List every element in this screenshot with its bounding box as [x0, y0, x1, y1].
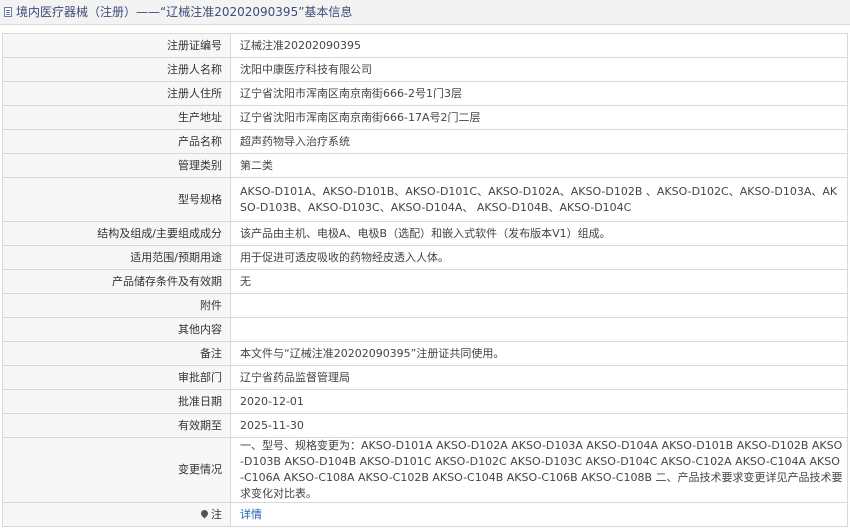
row-label: 产品名称 [2, 129, 231, 154]
table-row-model-spec: 型号规格 AKSO-D101A、AKSO-D101B、AKSO-D101C、AK… [2, 177, 848, 222]
table-row-remarks: 备注 本文件与“辽械注准20202090395”注册证共同使用。 [2, 341, 848, 366]
table-row-registrant-name: 注册人名称 沈阳中康医疗科技有限公司 [2, 57, 848, 82]
row-label: 产品储存条件及有效期 [2, 269, 231, 294]
row-value: 第二类 [230, 153, 848, 178]
row-label: 结构及组成/主要组成成分 [2, 221, 231, 246]
row-value: 辽宁省药品监督管理局 [230, 365, 848, 390]
info-table: 注册证编号 辽械注准20202090395 注册人名称 沈阳中康医疗科技有限公司… [2, 33, 848, 527]
row-value: 辽械注准20202090395 [230, 33, 848, 58]
row-label: 适用范围/预期用途 [2, 245, 231, 270]
table-row-intended-use: 适用范围/预期用途 用于促进可透皮吸收的药物经皮透入人体。 [2, 245, 848, 270]
row-value: 超声药物导入治疗系统 [230, 129, 848, 154]
table-row-valid-until: 有效期至 2025-11-30 [2, 413, 848, 438]
row-value: 辽宁省沈阳市浑南区南京南街666-2号1门3层 [230, 81, 848, 106]
row-value: 该产品由主机、电极A、电极B（选配）和嵌入式软件（发布版本V1）组成。 [230, 221, 848, 246]
row-label: 变更情况 [2, 437, 231, 503]
row-label: 注 [2, 502, 231, 527]
row-value: 详情 [230, 502, 848, 527]
row-label: 注册证编号 [2, 33, 231, 58]
row-label: 管理类别 [2, 153, 231, 178]
row-value: 辽宁省沈阳市浑南区南京南街666-17A号2门二层 [230, 105, 848, 130]
row-value: 2020-12-01 [230, 389, 848, 414]
row-value: 沈阳中康医疗科技有限公司 [230, 57, 848, 82]
row-value [230, 293, 848, 318]
document-icon [4, 7, 12, 17]
row-value: 用于促进可透皮吸收的药物经皮透入人体。 [230, 245, 848, 270]
row-value: 一、型号、规格变更为：AKSO-D101A AKSO-D102A AKSO-D1… [230, 437, 848, 503]
table-row-management-category: 管理类别 第二类 [2, 153, 848, 178]
row-value: AKSO-D101A、AKSO-D101B、AKSO-D101C、AKSO-D1… [230, 177, 848, 222]
location-pin-icon [199, 508, 210, 518]
table-row-structure: 结构及组成/主要组成成分 该产品由主机、电极A、电极B（选配）和嵌入式软件（发布… [2, 221, 848, 246]
row-value: 无 [230, 269, 848, 294]
page-header: 境内医疗器械（注册）——“辽械注准20202090395”基本信息 [0, 0, 850, 25]
row-label: 审批部门 [2, 365, 231, 390]
row-value: 2025-11-30 [230, 413, 848, 438]
table-row-other: 其他内容 [2, 317, 848, 342]
table-row-attachment: 附件 [2, 293, 848, 318]
row-value [230, 317, 848, 342]
row-label: 备注 [2, 341, 231, 366]
row-label: 注册人住所 [2, 81, 231, 106]
row-label: 其他内容 [2, 317, 231, 342]
row-value: 本文件与“辽械注准20202090395”注册证共同使用。 [230, 341, 848, 366]
table-row-changes: 变更情况 一、型号、规格变更为：AKSO-D101A AKSO-D102A AK… [2, 437, 848, 503]
table-row-approval-date: 批准日期 2020-12-01 [2, 389, 848, 414]
row-label: 生产地址 [2, 105, 231, 130]
table-row-note: 注 详情 [2, 502, 848, 527]
table-row-registration-number: 注册证编号 辽械注准20202090395 [2, 33, 848, 58]
row-label: 型号规格 [2, 177, 231, 222]
table-row-registrant-address: 注册人住所 辽宁省沈阳市浑南区南京南街666-2号1门3层 [2, 81, 848, 106]
table-row-product-name: 产品名称 超声药物导入治疗系统 [2, 129, 848, 154]
table-row-approval-dept: 审批部门 辽宁省药品监督管理局 [2, 365, 848, 390]
row-label: 批准日期 [2, 389, 231, 414]
row-label: 附件 [2, 293, 231, 318]
details-link[interactable]: 详情 [240, 508, 262, 521]
table-row-production-address: 生产地址 辽宁省沈阳市浑南区南京南街666-17A号2门二层 [2, 105, 848, 130]
note-label: 注 [211, 507, 222, 521]
row-label: 注册人名称 [2, 57, 231, 82]
page-title: 境内医疗器械（注册）——“辽械注准20202090395”基本信息 [16, 5, 353, 19]
row-label: 有效期至 [2, 413, 231, 438]
table-row-storage: 产品储存条件及有效期 无 [2, 269, 848, 294]
